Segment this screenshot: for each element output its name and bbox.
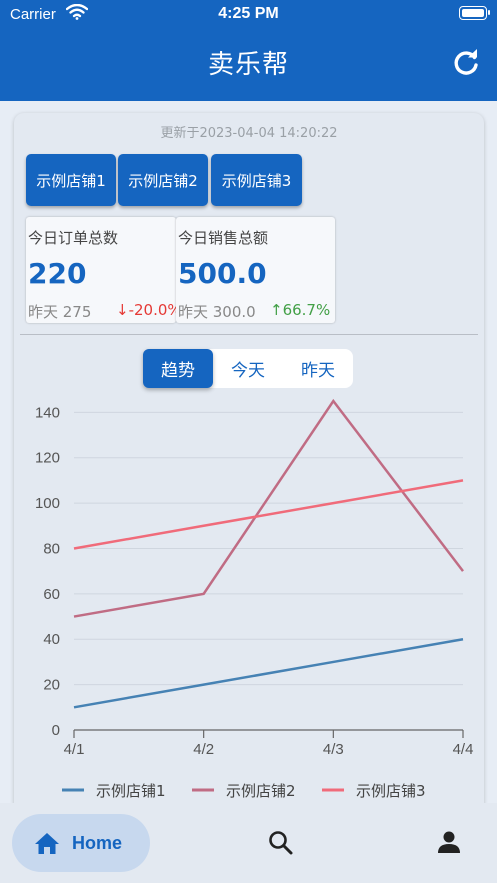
search-icon[interactable]	[268, 830, 294, 860]
app-bar: Carrier 4:25 PM 卖乐帮	[0, 0, 497, 101]
y-tick-label: 120	[35, 450, 60, 467]
x-tick-label: 4/2	[193, 741, 214, 758]
y-tick-label: 40	[43, 631, 60, 648]
legend-label: 示例店铺3	[356, 782, 426, 800]
page-title: 卖乐帮	[207, 50, 289, 80]
legend-label: 示例店铺1	[96, 782, 166, 800]
y-tick-label: 60	[43, 586, 60, 603]
x-tick-label: 4/1	[64, 741, 85, 758]
dashboard-card: 更新于2023-04-04 14:20:22 示例店铺1 示例店铺2 示例店铺3…	[14, 113, 484, 813]
y-tick-label: 0	[52, 722, 60, 739]
series-line-1	[73, 638, 464, 709]
y-tick-label: 20	[43, 677, 60, 694]
status-time: 4:25 PM	[218, 5, 279, 22]
home-icon	[35, 833, 59, 854]
nav-home[interactable]: Home	[12, 814, 150, 872]
y-tick-label: 100	[35, 495, 60, 512]
legend-label: 示例店铺2	[226, 782, 296, 800]
trend-line-chart: 0 20 40 60 80 100 120 140 4/1 4/2 4/3 4/4 示例店铺1 示例店铺2…	[35, 398, 474, 800]
x-tick-label: 4/3	[323, 741, 344, 758]
y-tick-label: 140	[35, 404, 60, 421]
nav-home-label: Home	[72, 832, 123, 853]
x-tick-label: 4/4	[453, 741, 474, 758]
profile-icon[interactable]	[437, 830, 461, 858]
refresh-icon[interactable]	[451, 48, 481, 78]
series-line-3	[73, 479, 464, 550]
y-tick-label: 80	[43, 540, 60, 557]
battery-icon	[459, 6, 490, 20]
status-bar: Carrier 4:25 PM	[0, 0, 497, 30]
series-line-2	[73, 398, 464, 618]
bottom-nav: Home	[0, 803, 497, 883]
